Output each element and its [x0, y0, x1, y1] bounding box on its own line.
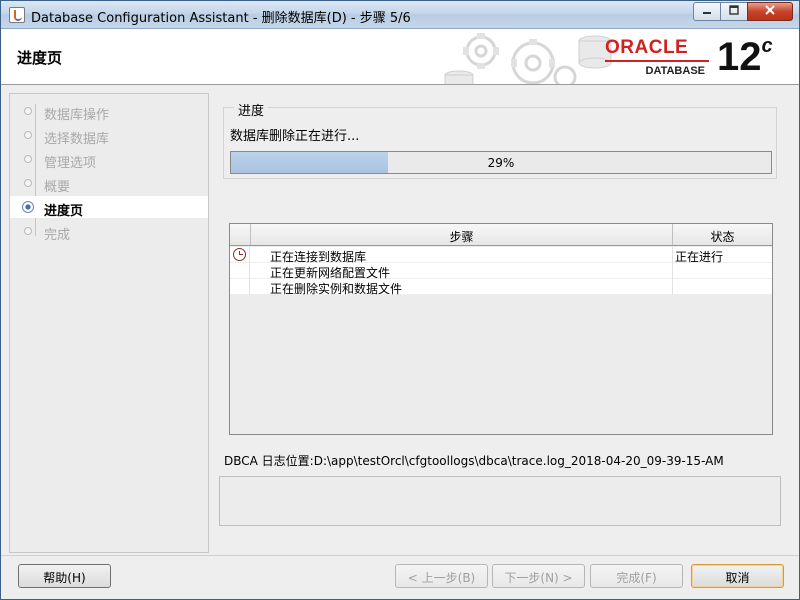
step-label: 概要: [44, 180, 71, 195]
minimize-button[interactable]: [693, 2, 721, 21]
clock-icon: [233, 248, 246, 261]
version-suffix: c: [761, 34, 773, 57]
brand-name: ORACLE: [605, 37, 689, 58]
progress-bar: 29%: [230, 151, 772, 174]
sidebar-step-finish: 完成: [10, 220, 208, 243]
main-panel: 进度 数据库删除正在进行... 29% 步骤 状态 正在连接到数据库 正在进行 …: [217, 93, 791, 553]
step-dot-icon: [24, 107, 32, 115]
step-label: 数据库操作: [44, 108, 110, 123]
close-icon: [765, 5, 775, 18]
maximize-icon: [729, 5, 739, 18]
sidebar-step-select-database: 选择数据库: [10, 124, 208, 147]
help-button[interactable]: 帮助(H): [18, 564, 111, 588]
step-label: 选择数据库: [44, 132, 110, 147]
progress-legend: 进度: [234, 100, 269, 119]
sidebar-step-summary: 概要: [10, 172, 208, 195]
column-header-status[interactable]: 状态: [672, 224, 772, 245]
progress-message: 数据库删除正在进行...: [230, 129, 360, 144]
row-status: 正在进行: [672, 247, 772, 264]
gears-graphic-icon: [444, 33, 612, 84]
next-button[interactable]: 下一步(N) >: [492, 564, 585, 588]
step-dot-icon: [24, 131, 32, 139]
table-row[interactable]: 正在更新网络配置文件: [230, 263, 772, 280]
step-dot-icon: [24, 155, 32, 163]
finish-button[interactable]: 完成(F): [590, 564, 683, 588]
minimize-icon: [702, 5, 712, 18]
step-dot-icon: [24, 179, 32, 187]
sidebar-step-database-operation: 数据库操作: [10, 100, 208, 123]
close-button[interactable]: [747, 2, 793, 21]
brand-product: DATABASE: [645, 65, 705, 77]
row-status: [672, 279, 772, 295]
step-label: 管理选项: [44, 156, 97, 171]
version-number: 12: [717, 35, 762, 79]
brand-rule: [605, 60, 709, 62]
page-header: 进度页 ORACLE DATABASE 12c: [1, 29, 799, 85]
window-title: Database Configuration Assistant - 删除数据库…: [31, 11, 411, 26]
sidebar-step-progress: 进度页: [10, 196, 208, 219]
row-icon-cell: [230, 247, 250, 263]
step-dot-icon: [24, 227, 32, 235]
progress-group: 进度 数据库删除正在进行... 29%: [223, 100, 777, 179]
step-label: 进度页: [44, 204, 84, 219]
table-row[interactable]: 正在删除实例和数据文件: [230, 279, 772, 296]
sidebar-step-management-options: 管理选项: [10, 148, 208, 171]
maximize-button[interactable]: [720, 2, 748, 21]
version-badge: 12c: [717, 35, 773, 80]
row-icon-cell: [230, 279, 250, 295]
row-status: [672, 263, 772, 279]
window-controls: [693, 2, 793, 21]
oracle-database-logo: ORACLE DATABASE: [605, 37, 711, 77]
column-header-step[interactable]: 步骤: [250, 224, 672, 245]
row-icon-cell: [230, 263, 250, 279]
progress-percent: 29%: [487, 156, 515, 170]
wizard-steps-sidebar: 数据库操作 选择数据库 管理选项 概要 进度页 完成: [9, 93, 209, 553]
step-label: 完成: [44, 228, 71, 243]
back-button[interactable]: < 上一步(B): [395, 564, 488, 588]
steps-table[interactable]: 步骤 状态 正在连接到数据库 正在进行 正在更新网络配置文件 正在删除实例和数据…: [229, 223, 773, 435]
table-header: 步骤 状态: [230, 224, 772, 246]
log-location: DBCA 日志位置:D:\app\testOrcl\cfgtoollogs\db…: [224, 454, 724, 468]
title-bar[interactable]: Database Configuration Assistant - 删除数据库…: [1, 1, 799, 29]
dbca-window: Database Configuration Assistant - 删除数据库…: [0, 0, 800, 600]
java-app-icon: [9, 7, 25, 23]
footer-separator: [1, 555, 799, 556]
row-step: 正在删除实例和数据文件: [270, 282, 403, 296]
cancel-button[interactable]: 取消: [691, 564, 784, 588]
page-title: 进度页: [17, 49, 63, 67]
details-area[interactable]: [219, 476, 781, 526]
table-row[interactable]: 正在连接到数据库 正在进行: [230, 247, 772, 264]
active-step-dot-icon: [22, 201, 34, 213]
